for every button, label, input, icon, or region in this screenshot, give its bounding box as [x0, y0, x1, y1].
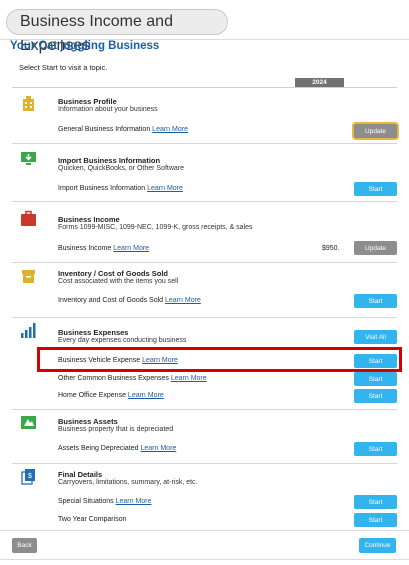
documents-icon: $	[21, 469, 35, 485]
briefcase-icon	[21, 210, 36, 226]
section-title: Business Expenses	[58, 328, 129, 337]
section-final-details: $ Final Details Carryovers, limitations,…	[12, 464, 397, 530]
year-column-header: 2024	[295, 78, 344, 87]
highlight-annotation	[37, 347, 402, 372]
section-description: Carryovers, limitations, summary, at-ris…	[58, 479, 198, 486]
learn-more-link[interactable]: Learn More	[116, 498, 152, 505]
section-inventory: Inventory / Cost of Goods Sold Cost asso…	[12, 263, 397, 318]
row-label: Business Income	[58, 245, 112, 252]
start-assets-button[interactable]: Start	[354, 442, 397, 456]
row-two-year-comparison: Two Year Comparison	[58, 516, 126, 523]
section-title: Import Business Information	[58, 156, 161, 165]
row-label: Home Office Expense	[58, 392, 126, 399]
building-icon	[23, 96, 34, 111]
update-business-income-button[interactable]: Update	[354, 241, 397, 255]
row-label: Import Business Information	[58, 185, 146, 192]
learn-more-link[interactable]: Learn More	[128, 392, 164, 399]
back-button[interactable]: Back	[12, 538, 37, 553]
svg-text:$: $	[28, 473, 32, 480]
asset-icon	[21, 416, 36, 429]
row-home-office-expense: Home Office Expense Learn More	[58, 392, 164, 399]
section-description: Cost associated with the items you sell	[58, 278, 179, 285]
footer-divider	[0, 530, 409, 531]
section-description: Quicken, QuickBooks, or Other Software	[58, 165, 185, 172]
section-business-income: Business Income Forms 1099-MISC, 1099-NE…	[12, 202, 397, 263]
section-business-assets: Business Assets Business property that i…	[12, 410, 397, 464]
row-label: General Business Information	[58, 126, 151, 133]
bar-chart-icon	[21, 323, 36, 338]
box-icon	[22, 270, 35, 283]
continue-button[interactable]: Continue	[359, 538, 396, 553]
row-other-common-expenses: Other Common Business Expenses Learn Mor…	[58, 375, 207, 382]
row-label: Special Situations	[58, 498, 114, 505]
section-description: Every day expenses conducting business	[58, 337, 187, 344]
row-label: Inventory and Cost of Goods Sold	[58, 297, 164, 304]
section-description: Forms 1099-MISC, 1099-NEC, 1099-K, gross…	[58, 224, 253, 231]
row-inventory: Inventory and Cost of Goods Sold Learn M…	[58, 297, 201, 304]
start-import-button[interactable]: Start	[354, 182, 397, 196]
start-inventory-button[interactable]: Start	[354, 294, 397, 308]
learn-more-link[interactable]: Learn More	[113, 245, 149, 252]
section-tab-title: Business Income and Expenses	[6, 9, 228, 54]
visit-all-expenses-button[interactable]: Visit All	[354, 330, 397, 344]
section-description: Information about your business	[58, 106, 158, 113]
monitor-download-icon	[21, 152, 36, 165]
section-title: Final Details	[58, 470, 103, 479]
section-business-profile: Business Profile Information about your …	[12, 88, 397, 144]
instructions-text: Select Start to visit a topic.	[19, 63, 108, 72]
section-description: Business property that is depreciated	[58, 426, 174, 433]
row-label: Two Year Comparison	[58, 516, 127, 523]
row-business-income: Business Income Learn More	[58, 245, 149, 252]
row-general-business-info: General Business Information Learn More	[58, 126, 188, 133]
start-special-situations-button[interactable]: Start	[354, 495, 397, 509]
section-import: Import Business Information Quicken, Qui…	[12, 144, 397, 202]
row-special-situations: Special Situations Learn More	[58, 498, 151, 505]
section-title: Business Assets	[58, 417, 118, 426]
bottom-divider	[0, 559, 409, 560]
row-label: Assets Being Depreciated	[58, 445, 139, 452]
learn-more-link[interactable]: Learn More	[152, 126, 188, 133]
learn-more-link[interactable]: Learn More	[147, 185, 183, 192]
learn-more-link[interactable]: Learn More	[141, 445, 177, 452]
row-assets-depreciated: Assets Being Depreciated Learn More	[58, 445, 176, 452]
start-two-year-comparison-button[interactable]: Start	[354, 513, 397, 527]
section-title: Inventory / Cost of Goods Sold	[58, 269, 169, 278]
business-name-heading: Your Cat juggling Business	[10, 40, 160, 52]
learn-more-link[interactable]: Learn More	[165, 297, 201, 304]
row-label: Other Common Business Expenses	[58, 375, 169, 382]
learn-more-link[interactable]: Learn More	[171, 375, 207, 382]
business-income-amount: $950.	[322, 245, 340, 252]
section-title: Business Profile	[58, 97, 117, 106]
update-general-business-info-button[interactable]: Update	[354, 124, 397, 138]
start-other-expenses-button[interactable]: Start	[354, 372, 397, 386]
row-import-business-info: Import Business Information Learn More	[58, 185, 183, 192]
section-title: Business Income	[58, 215, 120, 224]
start-home-office-button[interactable]: Start	[354, 389, 397, 403]
